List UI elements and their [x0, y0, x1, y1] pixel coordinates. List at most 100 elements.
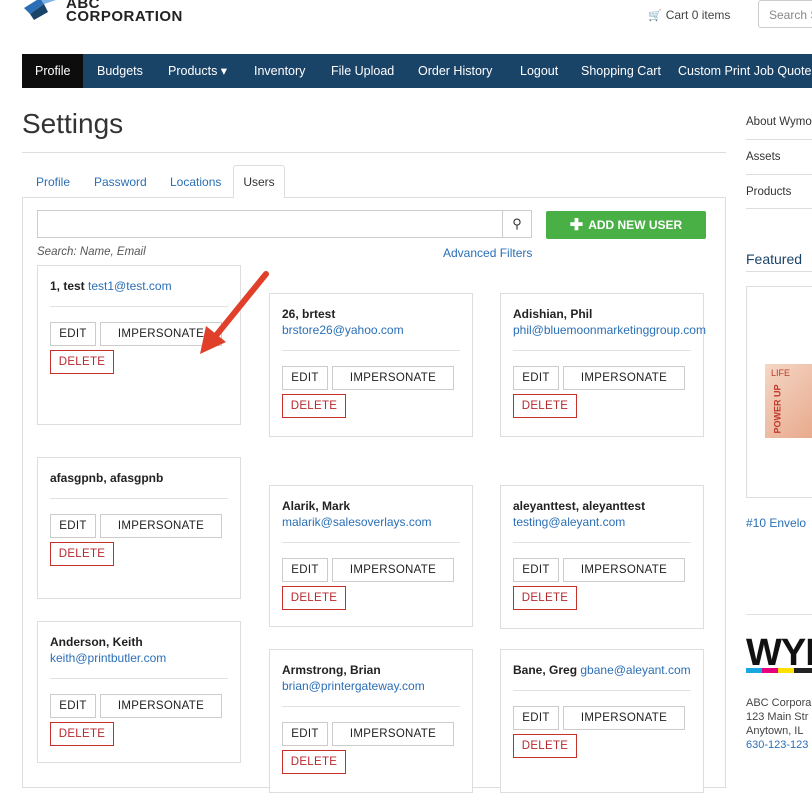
impersonate-button[interactable]: IMPERSONATE — [100, 514, 222, 538]
user-card: Anderson, Keith keith@printbutler.com EDIT… — [37, 621, 241, 763]
shopping-cart-icon: 🛒 — [648, 10, 662, 22]
featured-heading: Featured — [746, 251, 803, 267]
add-new-user-button[interactable]: ✚ ADD NEW USER — [546, 211, 706, 239]
edit-button[interactable]: EDIT — [282, 366, 328, 390]
card-divider — [282, 350, 460, 351]
tab-users[interactable]: Users — [233, 165, 285, 198]
main-nav: Profile Budgets Products ▾ Inventory Fil… — [22, 54, 812, 88]
featured-product-link[interactable]: #10 Envelo — [746, 516, 806, 530]
user-card: 26, brtest brstore26@yahoo.com EDIT IMPERSO… — [269, 293, 473, 437]
delete-button[interactable]: DELETE — [50, 350, 114, 374]
sidebar-link-about[interactable]: About Wymo — [746, 116, 812, 128]
user-card: Alarik, Mark malarik@salesoverlays.com EDI… — [269, 485, 473, 627]
delete-button[interactable]: DELETE — [513, 586, 577, 610]
page-title: Settings — [22, 108, 124, 139]
sidebar-divider — [746, 139, 812, 140]
user-name: 1, test test1@test.com — [50, 279, 172, 293]
card-divider — [513, 542, 691, 543]
delete-button[interactable]: DELETE — [282, 750, 346, 774]
abc-logo-icon[interactable] — [22, 0, 62, 22]
logo-text-corporation[interactable]: CORPORATION — [66, 8, 183, 25]
impersonate-button[interactable]: IMPERSONATE — [332, 722, 454, 746]
user-email-link[interactable]: phil@bluemoonmarketinggroup.com — [513, 323, 706, 337]
nav-item-file-upload[interactable]: File Upload — [331, 54, 394, 88]
delete-button[interactable]: DELETE — [50, 722, 114, 746]
user-email-link[interactable]: testing@aleyant.com — [513, 515, 625, 529]
delete-button[interactable]: DELETE — [282, 586, 346, 610]
delete-button[interactable]: DELETE — [513, 394, 577, 418]
user-search-input[interactable] — [37, 210, 503, 238]
plus-icon: ✚ — [569, 217, 584, 234]
edit-button[interactable]: EDIT — [282, 558, 328, 582]
sidebar-link-assets[interactable]: Assets — [746, 151, 781, 163]
edit-button[interactable]: EDIT — [513, 366, 559, 390]
tab-profile[interactable]: Profile — [36, 175, 70, 189]
nav-item-order-history[interactable]: Order History — [418, 54, 492, 88]
card-divider — [50, 678, 228, 679]
card-divider — [513, 690, 691, 691]
address-line: ABC Corpora — [746, 697, 812, 709]
user-card: afasgpnb, afasgpnb EDIT IMPERSONATE DELETE — [37, 457, 241, 599]
edit-button[interactable]: EDIT — [282, 722, 328, 746]
user-name: Bane, Greg gbane@aleyant.com — [513, 663, 691, 677]
user-email-link[interactable]: gbane@aleyant.com — [580, 663, 690, 677]
nav-item-budgets[interactable]: Budgets — [97, 54, 143, 88]
tab-locations[interactable]: Locations — [170, 175, 221, 189]
nav-item-profile[interactable]: Profile — [22, 54, 84, 88]
card-divider — [50, 498, 228, 499]
edit-button[interactable]: EDIT — [513, 558, 559, 582]
featured-divider — [746, 614, 812, 615]
edit-button[interactable]: EDIT — [50, 514, 96, 538]
user-email-link[interactable]: test1@test.com — [88, 279, 172, 293]
impersonate-button[interactable]: IMPERSONATE — [563, 366, 685, 390]
user-email-link[interactable]: keith@printbutler.com — [50, 651, 166, 665]
edit-button[interactable]: EDIT — [513, 706, 559, 730]
search-icon: ⚲ — [512, 216, 522, 231]
card-divider — [282, 542, 460, 543]
sidebar-divider — [746, 174, 812, 175]
user-name: 26, brtest — [282, 307, 336, 321]
user-card: Armstrong, Brian brian@printergateway.com… — [269, 649, 473, 793]
user-card: aleyanttest, aleyanttest testing@aleyant.… — [500, 485, 704, 629]
edit-button[interactable]: EDIT — [50, 322, 96, 346]
impersonate-button[interactable]: IMPERSONATE — [332, 366, 454, 390]
user-email-link[interactable]: brstore26@yahoo.com — [282, 323, 404, 337]
product-image-text: LIFE — [771, 368, 791, 378]
user-email-link[interactable]: brian@printergateway.com — [282, 679, 425, 693]
impersonate-button[interactable]: IMPERSONATE — [100, 694, 222, 718]
nav-item-logout[interactable]: Logout — [520, 54, 558, 88]
product-image[interactable]: LIFE POWER UP — [765, 364, 812, 438]
delete-button[interactable]: DELETE — [513, 734, 577, 758]
user-card: Adishian, Phil phil@bluemoonmarketinggrou… — [500, 293, 706, 437]
phone-link[interactable]: 630-123-123 — [746, 739, 808, 751]
advanced-filters-link[interactable]: Advanced Filters — [443, 246, 532, 260]
nav-item-custom-print-job-quote[interactable]: Custom Print Job Quote — [678, 54, 811, 88]
search-button[interactable]: ⚲ — [502, 210, 532, 238]
cart-link[interactable]: 🛒 Cart 0 items — [648, 8, 730, 22]
user-email-link[interactable]: malarik@salesoverlays.com — [282, 515, 432, 529]
nav-item-inventory[interactable]: Inventory — [254, 54, 305, 88]
search-hint: Search: Name, Email — [37, 246, 146, 258]
sidebar-link-products[interactable]: Products — [746, 186, 791, 198]
delete-button[interactable]: DELETE — [50, 542, 114, 566]
user-name: Armstrong, Brian — [282, 663, 381, 677]
user-name: afasgpnb, afasgpnb — [50, 471, 164, 485]
title-divider — [22, 152, 726, 153]
card-divider — [282, 706, 460, 707]
address-line: 123 Main Str — [746, 711, 809, 723]
delete-button[interactable]: DELETE — [282, 394, 346, 418]
impersonate-button[interactable]: IMPERSONATE — [332, 558, 454, 582]
annotation-arrow-icon — [200, 271, 269, 354]
sidebar-divider — [746, 208, 812, 209]
impersonate-button[interactable]: IMPERSONATE — [563, 558, 685, 582]
nav-item-products[interactable]: Products ▾ — [168, 54, 227, 88]
card-divider — [513, 350, 691, 351]
user-name: Alarik, Mark — [282, 499, 351, 513]
nav-item-shopping-cart[interactable]: Shopping Cart — [581, 54, 661, 88]
add-new-user-label: ADD NEW USER — [588, 218, 683, 232]
impersonate-button[interactable]: IMPERSONATE — [563, 706, 685, 730]
search-input[interactable]: Search S — [758, 0, 812, 28]
tab-password[interactable]: Password — [94, 175, 147, 189]
edit-button[interactable]: EDIT — [50, 694, 96, 718]
user-name: aleyanttest, aleyanttest — [513, 499, 646, 513]
